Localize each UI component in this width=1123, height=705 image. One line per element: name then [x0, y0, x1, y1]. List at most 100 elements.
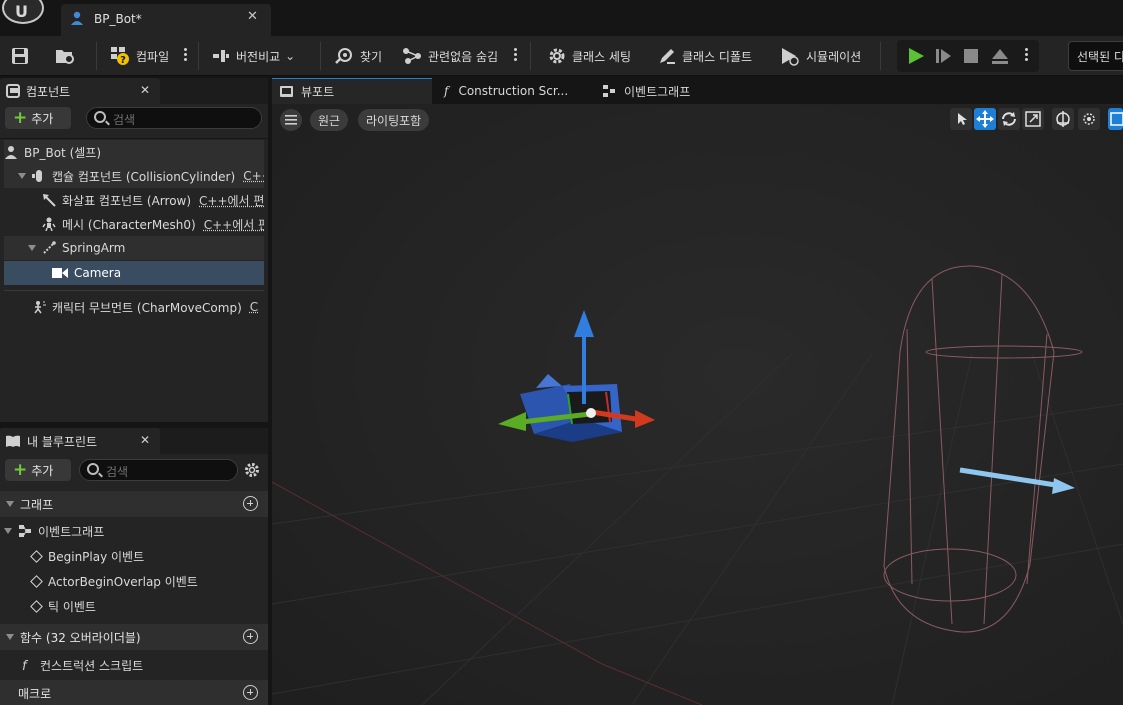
- functions-category[interactable]: 함수 (32 오버라이더블): [0, 624, 268, 650]
- folder-search-icon: [56, 50, 74, 64]
- find-button[interactable]: 찾기: [334, 36, 382, 76]
- tab-construction-label: Construction Scr...: [458, 84, 569, 98]
- cpp-link[interactable]: C++에서 편: [204, 216, 264, 233]
- select-tool-button[interactable]: [950, 108, 972, 130]
- divider: [96, 42, 97, 70]
- plus-icon: +: [13, 459, 28, 480]
- eject-icon[interactable]: [991, 47, 1009, 65]
- add-function-icon[interactable]: [243, 629, 258, 644]
- diff-icon: [213, 50, 229, 62]
- close-icon[interactable]: ✕: [140, 433, 150, 447]
- perspective-button[interactable]: 원근: [310, 109, 349, 131]
- find-options-icon[interactable]: [514, 46, 518, 66]
- stop-icon[interactable]: [963, 48, 979, 64]
- component-label: 캐릭터 무브먼트 (CharMoveComp): [52, 300, 242, 315]
- add-macro-icon[interactable]: [243, 685, 258, 700]
- rotate-icon: [1002, 112, 1016, 126]
- components-panel-header: 컴포넌트 ✕: [0, 78, 268, 104]
- browse-button[interactable]: [54, 36, 76, 76]
- component-label: BP_Bot (셀프): [24, 145, 102, 160]
- diff-button[interactable]: 버전비교 ⌄: [212, 36, 295, 76]
- component-row-capsule[interactable]: 캡슐 컴포넌트 (CollisionCylinder) C++: [4, 164, 264, 188]
- collapse-arrow-icon[interactable]: [6, 501, 14, 507]
- lighting-mode-button[interactable]: 라이팅포함: [358, 109, 430, 131]
- components-tab[interactable]: 컴포넌트 ✕: [0, 78, 160, 104]
- title-bar: U BP_Bot* ✕: [0, 0, 1123, 36]
- step-icon[interactable]: [935, 47, 953, 65]
- compile-button[interactable]: ? 컴파일: [110, 36, 169, 76]
- construction-script-item[interactable]: f 컨스트럭션 스크립트: [20, 653, 143, 677]
- component-label: Camera: [74, 266, 122, 280]
- cpp-link[interactable]: C++: [243, 169, 264, 183]
- event-graph-label: 이벤트그래프: [38, 524, 105, 539]
- expand-arrow-icon[interactable]: [18, 173, 26, 179]
- component-row-self[interactable]: BP_Bot (셀프): [4, 140, 264, 164]
- tab-event-graph-label: 이벤트그래프: [624, 84, 691, 99]
- close-icon[interactable]: ✕: [140, 83, 150, 97]
- hide-unrelated-button[interactable]: 관련없음 숨김: [402, 36, 498, 76]
- add-member-button[interactable]: + 추가: [5, 459, 71, 481]
- hide-unrelated-icon: [403, 48, 421, 64]
- expand-arrow-icon[interactable]: [4, 528, 12, 534]
- scale-tool-button[interactable]: [1022, 108, 1044, 130]
- compile-warning-icon: ?: [111, 47, 129, 66]
- component-row-springarm[interactable]: SpringArm: [4, 236, 264, 260]
- blueprint-search-input[interactable]: 검색: [79, 459, 238, 481]
- search-placeholder: 검색: [106, 465, 129, 479]
- event-item[interactable]: ActorBeginOverlap 이벤트: [30, 569, 198, 593]
- settings-gear-icon[interactable]: [244, 462, 260, 478]
- collapse-arrow-icon[interactable]: [6, 634, 14, 640]
- macros-category[interactable]: 매크로: [0, 680, 268, 705]
- viewport-menu-button[interactable]: [280, 109, 302, 131]
- globe-icon: [1056, 111, 1070, 127]
- rotate-tool-button[interactable]: [998, 108, 1020, 130]
- graphs-category[interactable]: 그래프: [0, 491, 268, 517]
- move-tool-button[interactable]: [974, 108, 996, 130]
- surface-snap-button[interactable]: [1078, 108, 1100, 130]
- my-blueprint-tab[interactable]: 내 블루프린트 ✕: [0, 428, 160, 454]
- add-component-button[interactable]: + 추가: [5, 107, 71, 129]
- document-tab[interactable]: BP_Bot* ✕: [61, 4, 271, 36]
- tab-construction-script[interactable]: f Construction Scr...: [442, 78, 568, 104]
- close-tab-icon[interactable]: ✕: [247, 9, 258, 24]
- unreal-logo-icon[interactable]: U: [2, 0, 44, 24]
- scale-icon: [1025, 111, 1041, 127]
- blueprint-person-icon: [71, 11, 83, 25]
- coordinate-space-button[interactable]: [1052, 108, 1074, 130]
- event-item[interactable]: BeginPlay 이벤트: [30, 544, 144, 568]
- component-label: SpringArm: [62, 241, 126, 255]
- event-icon: [30, 574, 43, 588]
- component-row-mesh[interactable]: 메시 (CharacterMesh0) C++에서 편: [4, 212, 264, 236]
- tab-event-graph[interactable]: 이벤트그래프: [602, 78, 690, 104]
- macros-header: 매크로: [18, 686, 52, 701]
- book-icon: [6, 435, 20, 447]
- debug-object-select[interactable]: 선택된 디: [1068, 41, 1123, 71]
- expand-arrow-icon[interactable]: [28, 245, 36, 251]
- skeletal-mesh-icon: [42, 217, 56, 231]
- cpp-link[interactable]: C++에서 편: [199, 192, 264, 209]
- compile-options-icon[interactable]: [184, 46, 188, 66]
- move-icon: [976, 110, 994, 128]
- components-search-input[interactable]: 검색: [86, 107, 262, 129]
- divider: [320, 42, 321, 70]
- cpp-link[interactable]: C: [250, 300, 258, 314]
- event-graph-item[interactable]: 이벤트그래프: [4, 519, 104, 543]
- save-button[interactable]: [10, 36, 30, 76]
- simulation-button[interactable]: 시뮬레이션: [780, 36, 861, 76]
- play-options-icon[interactable]: [1025, 46, 1029, 66]
- add-graph-icon[interactable]: [243, 496, 258, 511]
- event-item[interactable]: 틱 이벤트: [30, 594, 96, 618]
- event-graph-icon: [603, 85, 615, 97]
- class-settings-button[interactable]: 클래스 세팅: [548, 36, 631, 76]
- document-tab-title: BP_Bot*: [94, 12, 142, 26]
- class-defaults-button[interactable]: 클래스 디폴트: [658, 36, 752, 76]
- plus-icon: +: [13, 107, 28, 128]
- component-row-movement[interactable]: 캐릭터 무브먼트 (CharMoveComp) C: [4, 295, 264, 319]
- components-icon: [6, 84, 20, 98]
- viewport[interactable]: 원근 라이팅포함: [272, 104, 1123, 705]
- tab-viewport[interactable]: 뷰포트: [272, 78, 432, 104]
- component-row-arrow[interactable]: 화살표 컴포넌트 (Arrow) C++에서 편: [4, 188, 264, 212]
- component-row-camera[interactable]: Camera: [4, 261, 264, 285]
- grid-snap-button[interactable]: [1108, 108, 1123, 130]
- play-icon[interactable]: [907, 47, 925, 65]
